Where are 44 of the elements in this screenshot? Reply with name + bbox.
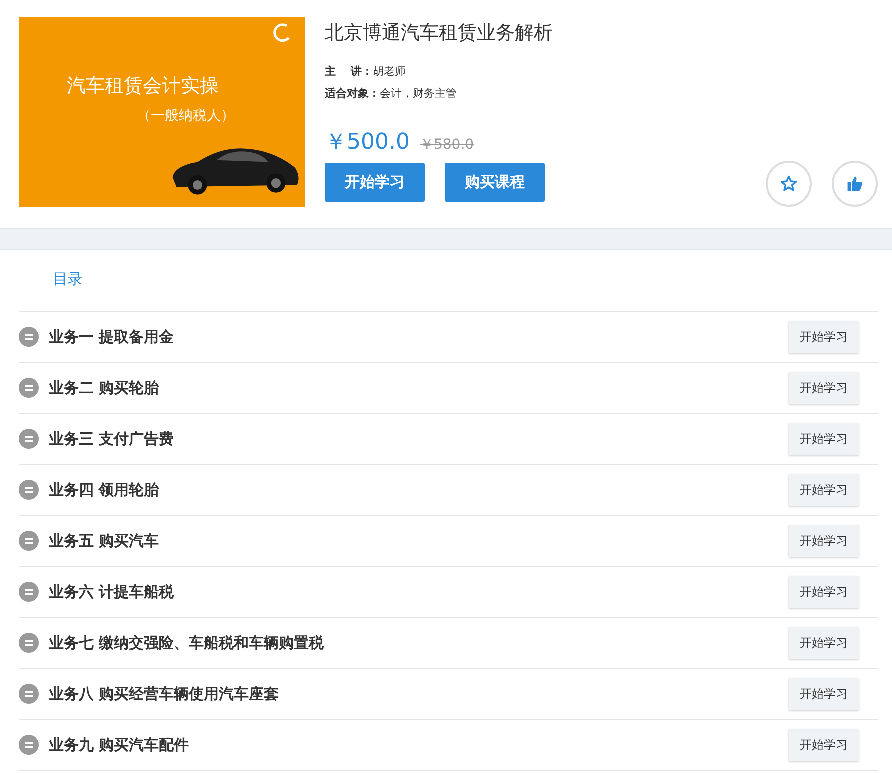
action-button[interactable]: 购买课程 <box>445 163 545 202</box>
meta-value: 胡老师 <box>372 65 406 78</box>
lesson-title: 业务一 提取备用金 <box>49 328 176 346</box>
start-button[interactable]: 开始学习 <box>789 525 859 557</box>
lesson-icon <box>19 735 39 755</box>
like-button[interactable] <box>832 161 878 207</box>
start-button[interactable]: 开始学习 <box>789 372 859 404</box>
lesson-icon <box>19 480 39 500</box>
lesson-title: 业务五 购买汽车 <box>49 532 160 550</box>
lesson-title: 业务四 领用轮胎 <box>49 480 160 500</box>
start-button[interactable]: 开始学习 <box>789 729 859 761</box>
meta-label: 适合对象： <box>325 87 380 100</box>
logo-icon <box>273 23 293 43</box>
lesson-title: 业务六 计提车船税 <box>49 582 176 602</box>
action-button[interactable]: 开始学习 <box>325 163 425 202</box>
lesson-title: 业务七 缴纳交强险、车船税和车辆购置税 <box>49 634 326 652</box>
start-button[interactable]: 开始学习 <box>789 627 859 659</box>
start-button[interactable]: 开始学习 <box>789 423 859 455</box>
start-button[interactable]: 开始学习 <box>789 321 859 353</box>
lesson-icon <box>19 582 39 602</box>
lesson-title: 业务九 购买汽车配件 <box>49 736 190 754</box>
lesson-title: 业务三 支付广告费 <box>49 430 176 448</box>
price: ￥500.0 <box>325 129 410 157</box>
cover-subtitle: （一般纳税人） <box>137 107 235 125</box>
start-button[interactable]: 开始学习 <box>789 576 859 608</box>
lesson-icon <box>19 633 39 653</box>
lesson-icon <box>19 531 39 551</box>
start-button[interactable]: 开始学习 <box>789 474 859 506</box>
course-title: 北京博通汽车租赁业务解析 <box>325 21 554 46</box>
lesson-icon <box>19 684 39 704</box>
lesson-icon <box>19 378 39 398</box>
thumbs-up-icon <box>846 175 864 193</box>
lesson-icon <box>19 429 39 449</box>
original-price: ￥580.0 <box>420 136 474 154</box>
meta-value: 会计，财务主管 <box>380 87 457 100</box>
star-icon <box>780 175 798 193</box>
lesson-title: 业务八 购买经营车辆使用汽车座套 <box>49 684 280 704</box>
lesson-icon <box>19 327 39 347</box>
start-button[interactable]: 开始学习 <box>789 678 859 710</box>
cover-title: 汽车租赁会计实操 <box>67 74 219 99</box>
favorite-button[interactable] <box>766 161 812 207</box>
lesson-title: 业务二 购买轮胎 <box>49 378 160 398</box>
catalog-heading: 目录 <box>19 250 878 312</box>
meta-label: 主 讲： <box>325 65 373 78</box>
